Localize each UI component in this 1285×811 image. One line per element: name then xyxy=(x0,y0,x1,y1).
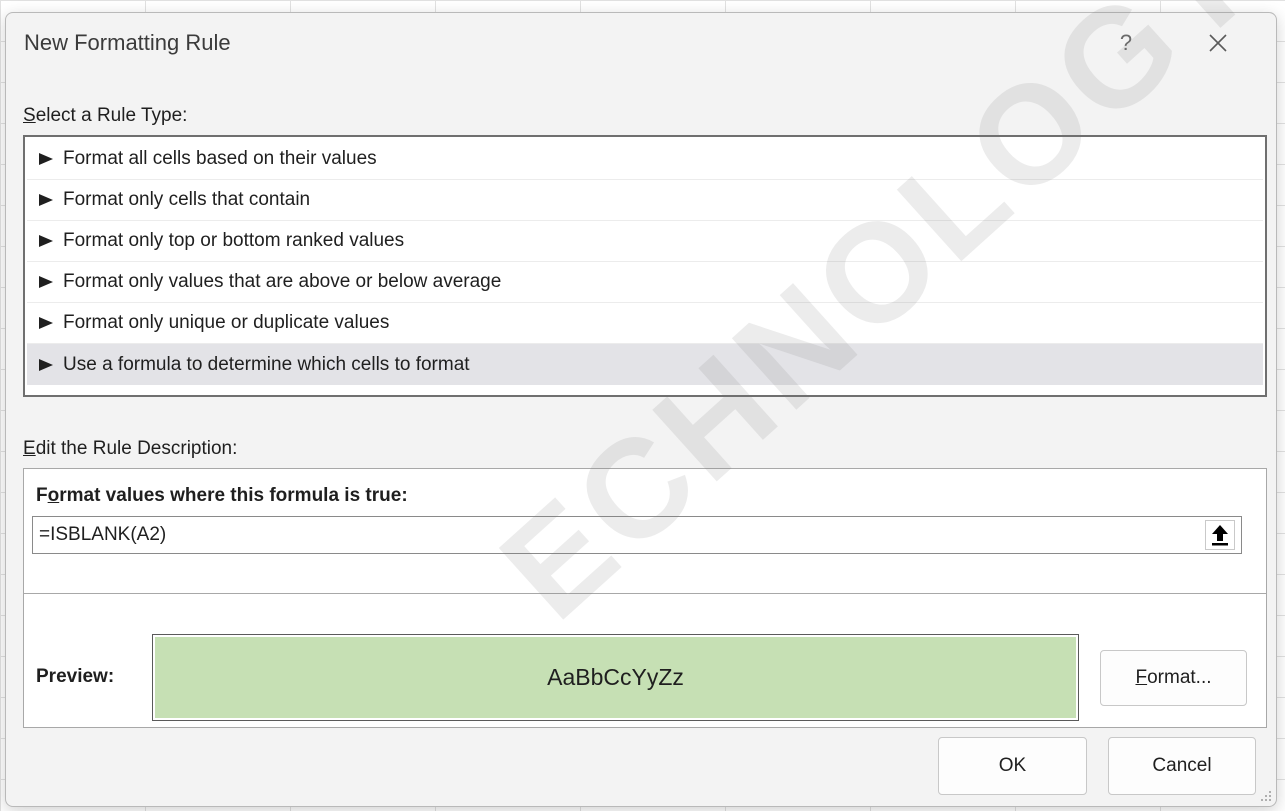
formula-value: =ISBLANK(A2) xyxy=(39,524,167,545)
help-button[interactable]: ? xyxy=(1108,25,1144,61)
cancel-button[interactable]: Cancel xyxy=(1108,737,1256,795)
formula-heading: Format values where this formula is true… xyxy=(36,485,408,506)
rule-type-item-label: Format only top or bottom ranked values xyxy=(63,230,405,251)
rule-type-item-label: Format only cells that contain xyxy=(63,189,311,210)
preview-sample: AaBbCcYyZz xyxy=(155,637,1076,718)
select-rule-type-label: Select a Rule Type: xyxy=(23,105,188,126)
triangle-right-icon xyxy=(39,358,53,371)
triangle-right-icon xyxy=(39,194,53,206)
rule-type-item-label: Format only unique or duplicate values xyxy=(63,312,390,333)
rule-type-item[interactable]: Format only cells that contain xyxy=(27,180,1263,221)
resize-grip-icon[interactable] xyxy=(1258,788,1272,802)
formula-input[interactable]: =ISBLANK(A2) xyxy=(32,516,1242,554)
upload-arrow-icon xyxy=(1212,525,1228,546)
rule-description-panel: Format values where this formula is true… xyxy=(23,468,1267,728)
close-icon xyxy=(1209,34,1227,52)
ok-button[interactable]: OK xyxy=(938,737,1087,795)
rule-type-list[interactable]: Format all cells based on their values F… xyxy=(23,135,1267,397)
rule-type-item[interactable]: Format all cells based on their values xyxy=(27,139,1263,180)
rule-type-item[interactable]: Format only top or bottom ranked values xyxy=(27,221,1263,262)
triangle-right-icon xyxy=(39,153,53,165)
dialog-title: New Formatting Rule xyxy=(24,30,231,55)
preview-box: AaBbCcYyZz xyxy=(152,634,1079,721)
rule-type-item-selected[interactable]: Use a formula to determine which cells t… xyxy=(27,344,1263,385)
triangle-right-icon xyxy=(39,276,53,288)
divider xyxy=(24,593,1266,594)
edit-rule-description-label: Edit the Rule Description: xyxy=(23,438,238,459)
preview-label: Preview: xyxy=(36,666,115,687)
rule-type-item[interactable]: Format only unique or duplicate values xyxy=(27,303,1263,344)
triangle-right-icon xyxy=(39,317,53,329)
rule-type-item-label: Use a formula to determine which cells t… xyxy=(63,353,470,375)
rule-type-item[interactable]: Format only values that are above or bel… xyxy=(27,262,1263,303)
close-button[interactable] xyxy=(1198,25,1238,61)
new-formatting-rule-dialog: New Formatting Rule ? Select a Rule Type… xyxy=(5,12,1277,807)
format-button[interactable]: Format... xyxy=(1100,650,1247,706)
rule-type-item-label: Format only values that are above or bel… xyxy=(63,271,502,292)
collapse-dialog-button[interactable] xyxy=(1205,520,1235,550)
triangle-right-icon xyxy=(39,235,53,247)
rule-type-item-label: Format all cells based on their values xyxy=(63,148,377,169)
